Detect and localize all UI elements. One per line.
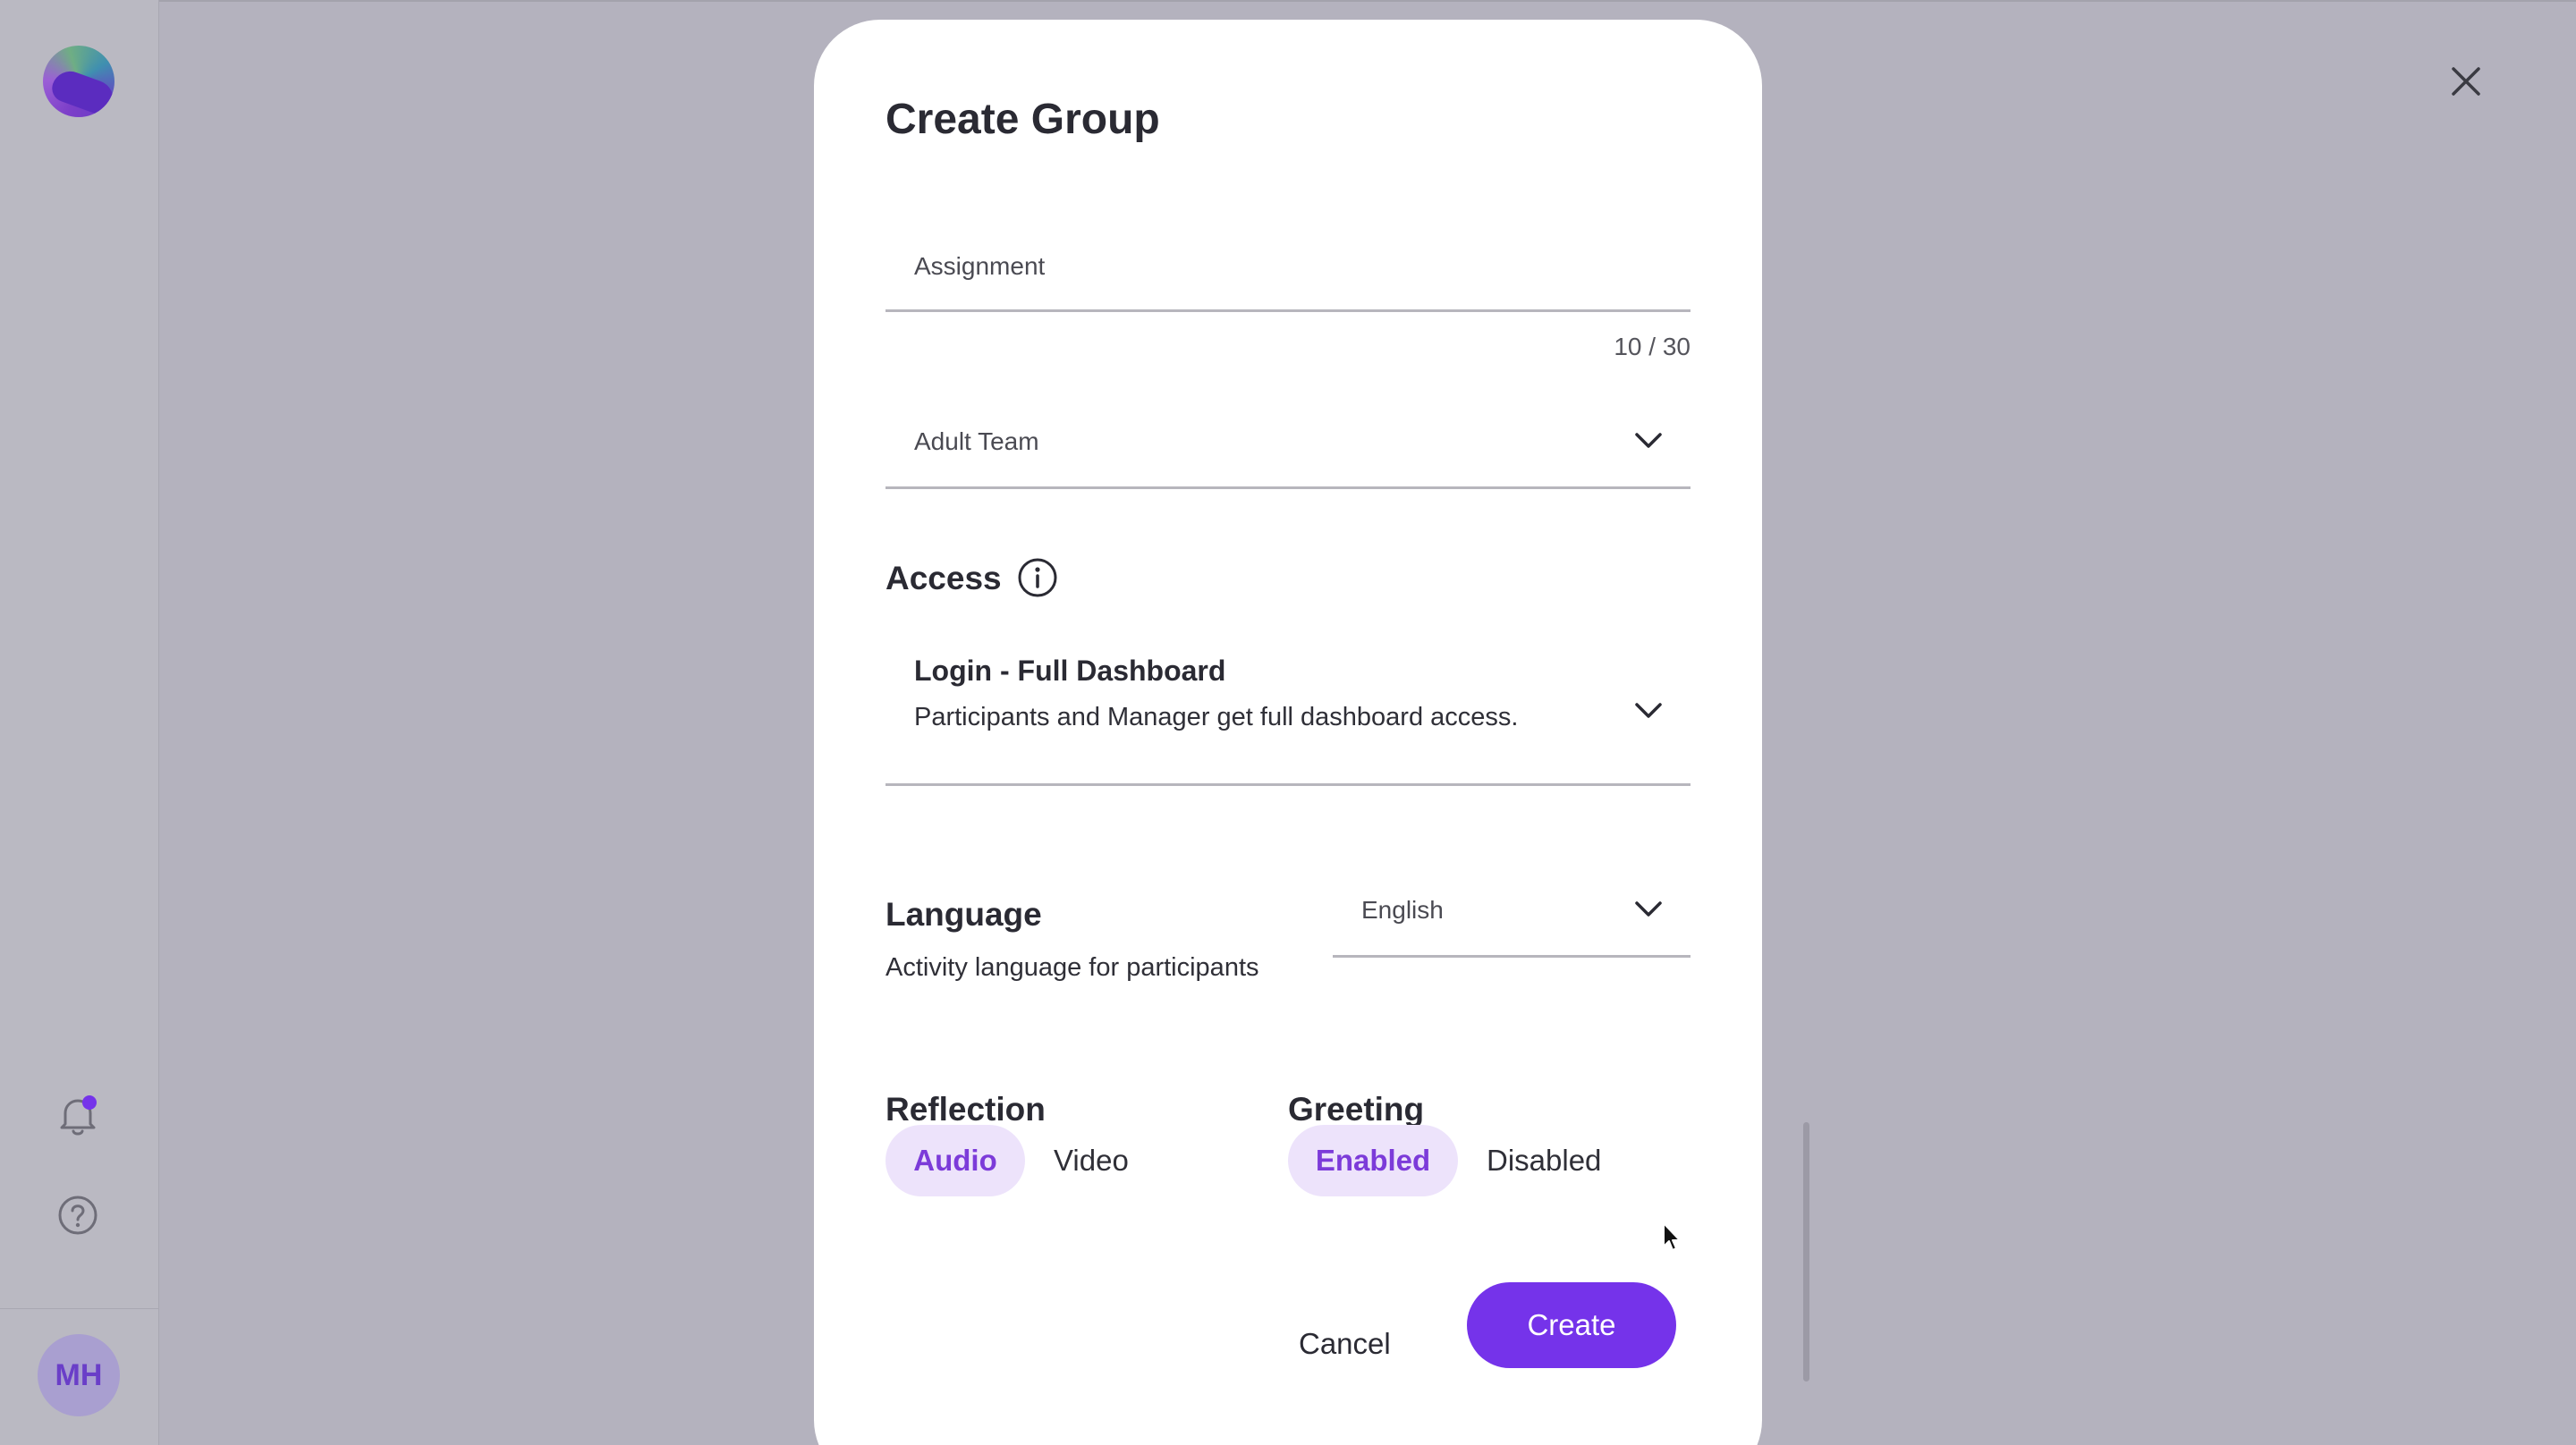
- create-group-dialog: Create Group Assignment 10 / 30 Adult Te…: [814, 20, 1762, 1445]
- sidebar: MH: [0, 0, 159, 1445]
- group-name-underline: [886, 309, 1690, 312]
- greeting-option-enabled[interactable]: Enabled: [1288, 1125, 1458, 1196]
- dialog-title: Create Group: [886, 96, 1160, 143]
- character-counter: 10 / 30: [1614, 333, 1690, 360]
- chevron-down-icon: [1635, 901, 1662, 917]
- access-select-underline: [886, 783, 1690, 786]
- reflection-option-audio[interactable]: Audio: [886, 1125, 1025, 1196]
- access-option-description: Participants and Manager get full dashbo…: [914, 703, 1519, 731]
- mouse-cursor-icon: [1663, 1222, 1681, 1251]
- app-logo[interactable]: [43, 46, 114, 117]
- create-button[interactable]: Create: [1467, 1282, 1676, 1368]
- sidebar-divider: [0, 1308, 158, 1309]
- team-select-underline: [886, 486, 1690, 489]
- language-select-value: English: [1361, 896, 1444, 924]
- help-icon[interactable]: [57, 1195, 98, 1236]
- scrollbar[interactable]: [1803, 1122, 1809, 1382]
- reflection-label: Reflection: [886, 1091, 1046, 1128]
- language-label: Language: [886, 896, 1042, 933]
- close-icon[interactable]: [2448, 63, 2484, 99]
- cancel-button[interactable]: Cancel: [1299, 1327, 1391, 1361]
- top-border: [0, 0, 2576, 2]
- notification-dot: [82, 1095, 97, 1110]
- avatar[interactable]: MH: [38, 1334, 120, 1416]
- team-select[interactable]: Adult Team: [886, 404, 1690, 490]
- bell-icon[interactable]: [58, 1095, 97, 1137]
- group-name-value: Assignment: [914, 252, 1046, 280]
- chevron-down-icon: [1635, 433, 1662, 448]
- greeting-option-disabled[interactable]: Disabled: [1487, 1125, 1601, 1196]
- access-option-title: Login - Full Dashboard: [914, 655, 1226, 687]
- info-icon[interactable]: [1017, 557, 1058, 598]
- language-select[interactable]: English: [1333, 878, 1690, 960]
- language-description: Activity language for participants: [886, 953, 1259, 982]
- team-select-value: Adult Team: [914, 427, 1039, 455]
- chevron-down-icon: [1635, 703, 1662, 718]
- access-label: Access: [886, 560, 1002, 596]
- group-name-input[interactable]: Assignment: [886, 234, 1690, 313]
- access-select[interactable]: Login - Full Dashboard Participants and …: [886, 646, 1690, 789]
- reflection-option-video[interactable]: Video: [1054, 1125, 1129, 1196]
- language-select-underline: [1333, 955, 1690, 958]
- greeting-label: Greeting: [1288, 1091, 1425, 1128]
